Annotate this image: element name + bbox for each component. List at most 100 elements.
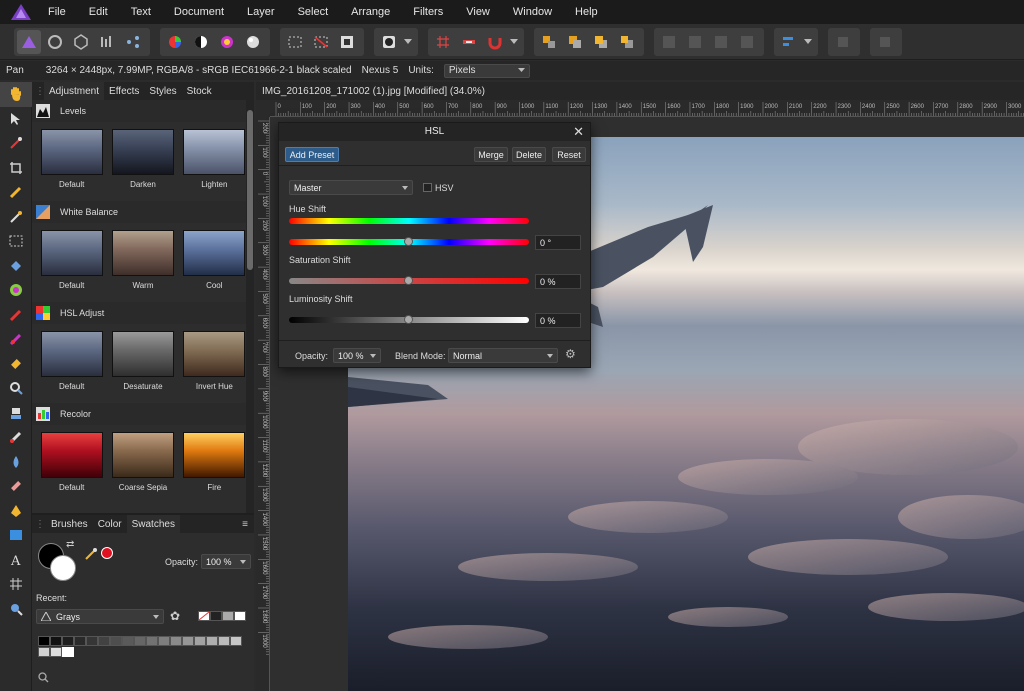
menu-arrange[interactable]: Arrange	[351, 6, 390, 18]
no-selection-icon[interactable]	[309, 30, 333, 54]
scrollbar-thumb[interactable]	[247, 110, 253, 270]
mask-icon[interactable]	[377, 30, 401, 54]
swatch[interactable]	[86, 636, 98, 646]
section-levels[interactable]: Levels	[32, 100, 254, 122]
preset-default[interactable]: Default	[40, 129, 103, 189]
clone-icon[interactable]	[0, 401, 32, 426]
swatch[interactable]	[122, 636, 134, 646]
tab-styles[interactable]: Styles	[144, 82, 181, 100]
hsl-titlebar[interactable]: HSL ✕	[279, 123, 590, 141]
marquee-icon[interactable]	[283, 30, 307, 54]
preset-invert-hue[interactable]: Invert Hue	[183, 331, 246, 391]
grid-icon[interactable]	[431, 30, 455, 54]
arrange-front-icon[interactable]	[615, 30, 639, 54]
palette-select[interactable]: Grays	[36, 609, 164, 624]
transform-icon[interactable]	[873, 30, 897, 54]
persona-tone-mapping-icon[interactable]	[95, 30, 119, 54]
menu-window[interactable]: Window	[513, 6, 552, 18]
selection-brush-icon[interactable]	[0, 180, 32, 205]
swap-colors-icon[interactable]: ⇄	[66, 539, 74, 550]
hue-shift-handle[interactable]	[404, 237, 413, 246]
menu-layer[interactable]: Layer	[247, 6, 275, 18]
menu-filters[interactable]: Filters	[413, 6, 443, 18]
gradient-icon[interactable]	[0, 278, 32, 303]
add-preset-button[interactable]: Add Preset	[285, 147, 339, 162]
gear-icon[interactable]: ⚙	[565, 347, 576, 361]
persona-liquify-icon[interactable]	[43, 30, 67, 54]
swatch[interactable]	[230, 636, 242, 646]
menu-text[interactable]: Text	[131, 6, 151, 18]
units-select[interactable]: Pixels	[443, 63, 530, 78]
swatch[interactable]	[194, 636, 206, 646]
hue-shift-value[interactable]: 0 °	[535, 235, 581, 250]
flip-icon[interactable]	[831, 30, 855, 54]
flood-fill-icon[interactable]	[0, 254, 32, 279]
merge-button[interactable]: Merge	[474, 147, 508, 162]
swatch[interactable]	[170, 636, 182, 646]
menu-document[interactable]: Document	[174, 6, 224, 18]
preset-default[interactable]: Default	[40, 230, 103, 290]
hand-icon[interactable]	[0, 82, 32, 107]
marquee-tool-icon[interactable]	[0, 229, 32, 254]
section-white-balance[interactable]: White Balance	[32, 201, 254, 223]
delete-button[interactable]: Delete	[512, 147, 546, 162]
search-icon[interactable]	[38, 672, 49, 686]
swatch[interactable]	[210, 611, 222, 621]
panel-menu-icon[interactable]: ≡	[242, 519, 248, 530]
eyedropper-icon[interactable]	[0, 131, 32, 156]
preset-warm[interactable]: Warm	[111, 230, 174, 290]
tab-adjustment[interactable]: Adjustment	[44, 82, 105, 100]
arrange-backward-icon[interactable]	[563, 30, 587, 54]
chevron-down-icon[interactable]	[803, 30, 813, 54]
channel-select[interactable]: Master	[289, 180, 413, 195]
document-tab[interactable]: IMG_20161208_171002 (1).jpg [Modified] (…	[256, 82, 1024, 100]
arrange-forward-icon[interactable]	[589, 30, 613, 54]
menu-file[interactable]: File	[48, 6, 66, 18]
swatch[interactable]	[62, 647, 74, 657]
swatch[interactable]	[222, 611, 234, 621]
menu-select[interactable]: Select	[298, 6, 329, 18]
tab-color[interactable]: Color	[93, 515, 127, 533]
preset-coarse-sepia[interactable]: Coarse Sepia	[111, 432, 174, 492]
menu-help[interactable]: Help	[575, 6, 598, 18]
zoom-icon[interactable]	[0, 597, 32, 622]
swatch[interactable]	[98, 636, 110, 646]
swatch[interactable]	[50, 636, 62, 646]
chevron-down-icon[interactable]	[403, 30, 413, 54]
magic-wand-icon[interactable]	[0, 205, 32, 230]
eyedropper-icon[interactable]	[84, 547, 98, 564]
preset-fire[interactable]: Fire	[183, 432, 246, 492]
luminosity-shift-value[interactable]: 0 %	[535, 313, 581, 328]
swatch[interactable]	[38, 647, 50, 657]
swatch[interactable]	[134, 636, 146, 646]
white-balance-icon[interactable]	[241, 30, 265, 54]
saturation-shift-handle[interactable]	[404, 276, 413, 285]
preset-cool[interactable]: Cool	[183, 230, 246, 290]
boolean-subtract-icon[interactable]	[683, 30, 707, 54]
paint-brush-icon[interactable]	[0, 303, 32, 328]
text-icon[interactable]: A	[0, 548, 32, 573]
chevron-down-icon[interactable]	[509, 30, 519, 54]
preset-darken[interactable]: Darken	[111, 129, 174, 189]
swatch[interactable]	[62, 636, 74, 646]
section-hsl-adjust[interactable]: HSL Adjust	[32, 302, 254, 324]
preset-lighten[interactable]: Lighten	[183, 129, 246, 189]
rectangle-icon[interactable]	[0, 523, 32, 548]
luminosity-shift-handle[interactable]	[404, 315, 413, 324]
move-icon[interactable]	[0, 107, 32, 132]
menu-edit[interactable]: Edit	[89, 6, 108, 18]
saturation-shift-value[interactable]: 0 %	[535, 274, 581, 289]
persona-develop-icon[interactable]	[69, 30, 93, 54]
preset-default[interactable]: Default	[40, 432, 103, 492]
preset-default[interactable]: Default	[40, 331, 103, 391]
healing-icon[interactable]	[0, 474, 32, 499]
menu-view[interactable]: View	[466, 6, 490, 18]
contrast-icon[interactable]	[189, 30, 213, 54]
blemish-icon[interactable]	[0, 425, 32, 450]
tab-brushes[interactable]: Brushes	[46, 515, 93, 533]
swatch[interactable]	[206, 636, 218, 646]
align-icon[interactable]	[777, 30, 801, 54]
panel-scrollbar[interactable]	[246, 100, 254, 513]
color-balance-icon[interactable]	[215, 30, 239, 54]
opacity-select[interactable]: 100 %	[333, 348, 381, 363]
